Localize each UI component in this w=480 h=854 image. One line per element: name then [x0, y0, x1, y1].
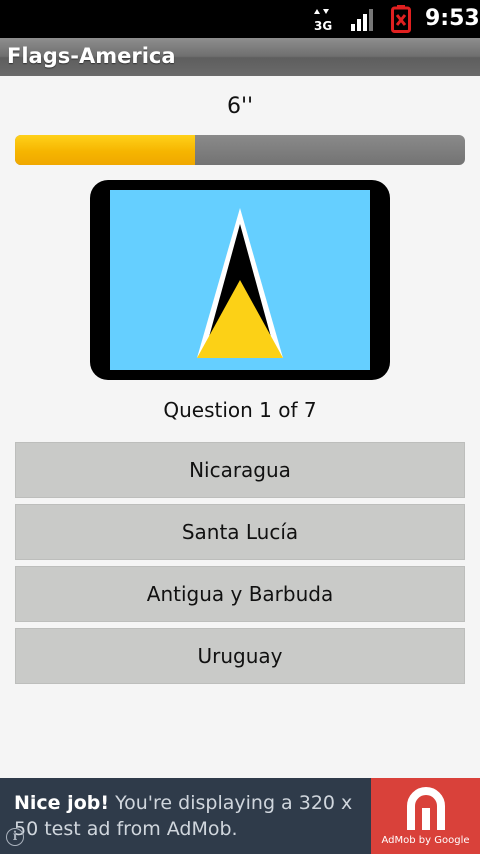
answer-button-3[interactable]: Antigua y Barbuda [15, 566, 465, 622]
ad-info-icon[interactable]: i [6, 828, 24, 846]
3g-data-icon: 3G [314, 9, 332, 32]
question-counter: Question 1 of 7 [163, 398, 317, 422]
signal-strength-icon [351, 9, 373, 31]
app-title-bar: Flags-America [0, 38, 480, 76]
quiz-screen: 6'' Question 1 of 7 Nicaragua Santa Lucí… [0, 76, 480, 778]
ad-headline: Nice job! [14, 792, 110, 814]
countdown-timer: 6'' [226, 94, 254, 119]
admob-caption: AdMob by Google [381, 835, 470, 846]
answer-button-2[interactable]: Santa Lucía [15, 504, 465, 560]
saint-lucia-flag-image [110, 190, 370, 370]
flag-image-frame [90, 180, 390, 380]
time-progress-bar [15, 135, 465, 165]
clock: 9:53 [425, 6, 480, 31]
network-type-label: 3G [314, 19, 332, 32]
app-title: Flags-America [7, 44, 176, 68]
answer-button-4[interactable]: Uruguay [15, 628, 465, 684]
answer-button-1[interactable]: Nicaragua [15, 442, 465, 498]
battery-empty-icon [391, 5, 411, 33]
admob-logo[interactable]: AdMob by Google [371, 778, 480, 854]
admob-logo-icon [407, 787, 445, 830]
ad-banner[interactable]: Nice job! You're displaying a 320 x 50 t… [0, 778, 480, 854]
ad-text[interactable]: Nice job! You're displaying a 320 x 50 t… [14, 790, 370, 842]
time-progress-fill [15, 135, 195, 165]
status-bar: 3G 9:53 [0, 0, 480, 38]
